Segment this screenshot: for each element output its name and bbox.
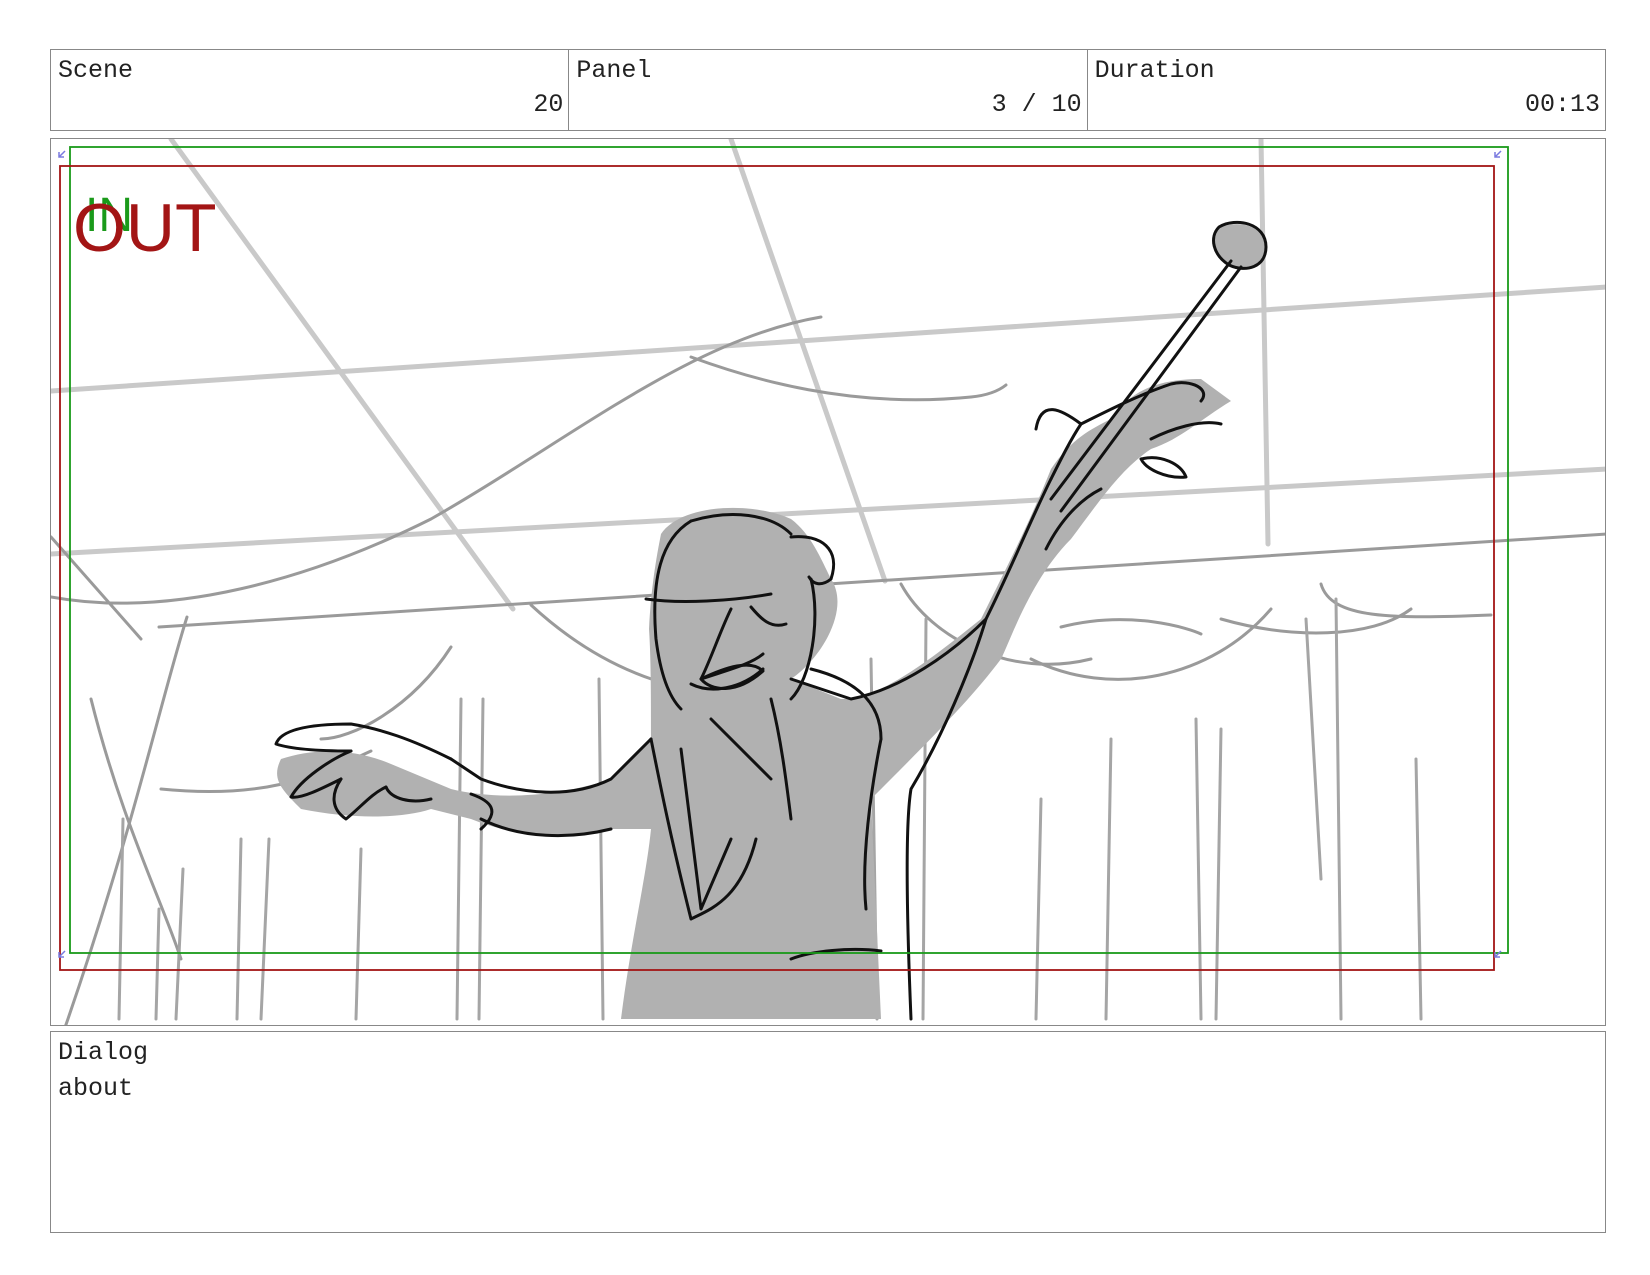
scene-value: 20: [533, 90, 564, 119]
scene-cell: Scene 20: [51, 50, 568, 130]
panel-cell: Panel 3 / 10: [568, 50, 1086, 130]
dialog-label: Dialog: [58, 1038, 149, 1067]
duration-label: Duration: [1094, 56, 1215, 85]
storyboard-panel-image: IN OUT: [50, 138, 1606, 1026]
out-marker: OUT: [73, 190, 217, 266]
scene-label: Scene: [58, 56, 134, 85]
duration-value: 00:13: [1524, 90, 1600, 119]
dialog-box: Dialog about: [50, 1031, 1606, 1233]
panel-info-header: Scene 20 Panel 3 / 10 Duration 00:13: [50, 49, 1606, 131]
panel-value: 3 / 10: [991, 90, 1082, 119]
dialog-text: about: [58, 1074, 134, 1103]
panel-label: Panel: [576, 56, 652, 85]
duration-cell: Duration 00:13: [1086, 50, 1605, 130]
